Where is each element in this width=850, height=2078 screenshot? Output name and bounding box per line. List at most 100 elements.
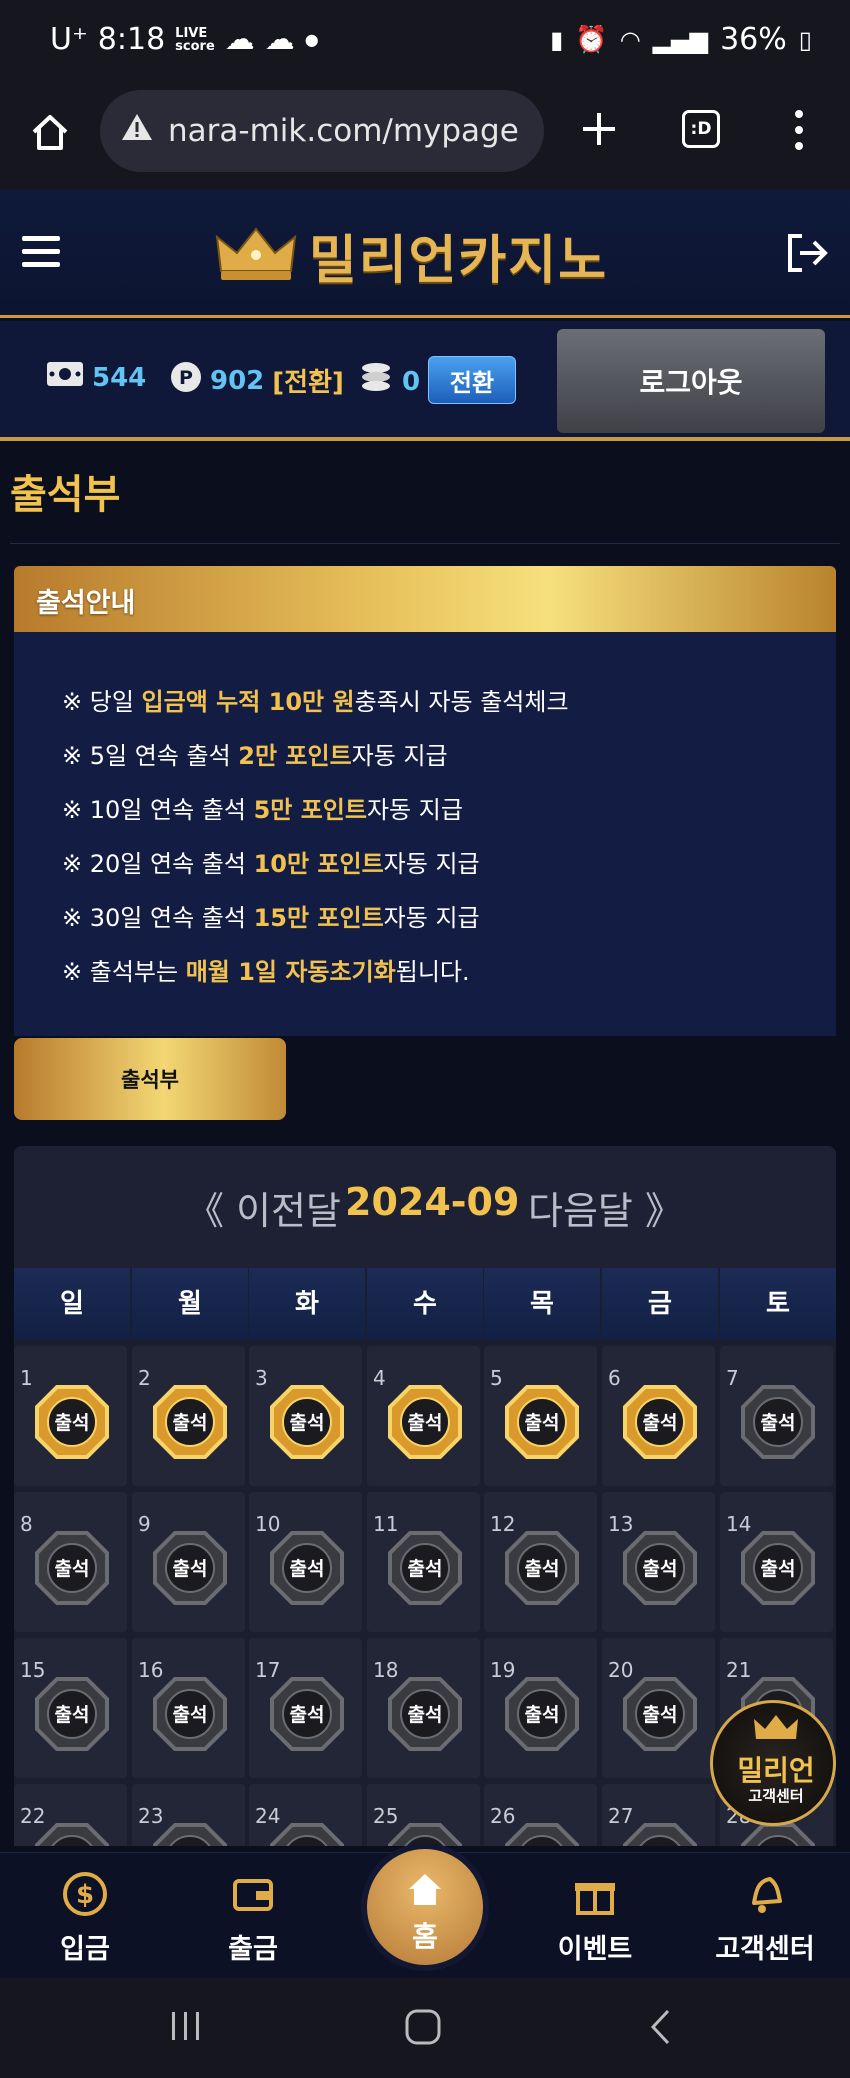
crown-icon: [215, 225, 297, 287]
svg-text:출석: 출석: [408, 1704, 443, 1726]
attended-badge-icon: 출석: [504, 1384, 580, 1460]
nav-support[interactable]: 고객센터: [700, 1871, 830, 1966]
more-menu-icon[interactable]: [792, 108, 806, 152]
svg-text:출석: 출석: [290, 1412, 325, 1434]
coin-balance: 0: [358, 361, 420, 402]
not-attended-badge-icon: 출석: [34, 1822, 110, 1846]
calendar-day-cell: 10 출석: [249, 1492, 362, 1632]
calendar-day-cell: 4 출석: [367, 1346, 480, 1486]
not-attended-badge-icon: 출석: [504, 1822, 580, 1846]
calendar-day-cell: 15 출석: [14, 1638, 127, 1778]
svg-text:출석: 출석: [408, 1412, 443, 1434]
weekday-header: 일: [14, 1268, 130, 1340]
gift-icon: [575, 1883, 615, 1915]
calendar-day-cell: 20 출석: [602, 1638, 715, 1778]
live-score-icon: LIVE score: [175, 25, 215, 54]
signal-icon: ▂▄▆: [652, 25, 709, 54]
day-number: 7: [726, 1366, 739, 1390]
battery-icon: ▯: [798, 25, 812, 54]
not-attended-badge-icon: 출석: [740, 1530, 816, 1606]
not-attended-badge-icon: 출석: [504, 1676, 580, 1752]
nav-withdraw[interactable]: 출금: [188, 1871, 318, 1966]
prev-month-link[interactable]: 《 이전달: [186, 1180, 341, 1235]
not-attended-badge-icon: 출석: [34, 1676, 110, 1752]
tab-switcher-button[interactable]: :D: [682, 110, 720, 148]
not-attended-badge-icon: 출석: [269, 1822, 345, 1846]
calendar-day-cell: 24출석: [249, 1784, 362, 1846]
current-month: 2024-09: [345, 1180, 520, 1224]
guide-rule: ※ 출석부는 매월 1일 자동초기화됩니다.: [62, 958, 470, 986]
home-icon[interactable]: [28, 110, 72, 154]
calendar-day-cell: 18 출석: [367, 1638, 480, 1778]
nav-home-button[interactable]: 홈: [361, 1843, 489, 1971]
alarm-icon: ⏰: [575, 24, 608, 55]
status-bar: U⁺ 8:18 LIVE score ☁ ☁ ● ▮ ⏰ ◠ ▂▄▆ 36% ▯: [0, 0, 850, 90]
day-number: 9: [138, 1512, 151, 1536]
calendar-day-cell: 17 출석: [249, 1638, 362, 1778]
recent-apps-icon[interactable]: [168, 2008, 204, 2048]
site-logo[interactable]: 밀리언카지노: [215, 218, 608, 293]
battery-saver-icon: ▮: [550, 25, 564, 54]
svg-text:출석: 출석: [173, 1558, 208, 1580]
svg-text:출석: 출석: [761, 1558, 796, 1580]
not-attended-badge-icon: 출석: [504, 1530, 580, 1606]
calendar-day-cell: 12 출석: [484, 1492, 597, 1632]
point-icon: P: [170, 361, 202, 400]
carrier-label: U⁺: [50, 22, 88, 57]
weekday-header: 토: [720, 1268, 836, 1340]
nav-deposit[interactable]: $ 입금: [20, 1871, 150, 1966]
guide-rule: ※ 5일 연속 출석 2만 포인트자동 지급: [62, 742, 448, 770]
tab-switcher-label: :D: [690, 119, 712, 139]
browser-toolbar: nara-mik.com/mypage :D: [0, 90, 850, 190]
new-tab-icon[interactable]: [578, 108, 620, 150]
svg-text:출석: 출석: [173, 1412, 208, 1434]
convert-button[interactable]: 전환: [428, 356, 516, 404]
back-icon[interactable]: [648, 2008, 672, 2050]
divider: [10, 543, 840, 544]
svg-text:출석: 출석: [525, 1558, 560, 1580]
address-bar[interactable]: nara-mik.com/mypage: [100, 90, 544, 172]
money-value: 544: [92, 362, 147, 393]
cash-icon: [46, 361, 84, 394]
weekday-header: 수: [367, 1268, 483, 1340]
system-navigation-bar: [0, 1978, 850, 2078]
calendar-day-cell: 23출석: [132, 1784, 245, 1846]
calendar-day-cell: 5 출석: [484, 1346, 597, 1486]
home-nav-icon[interactable]: [404, 2008, 442, 2050]
guide-rule: ※ 당일 입금액 누적 10만 원충족시 자동 출석체크: [62, 688, 569, 716]
money-balance: 544: [46, 361, 146, 394]
crown-icon: [753, 1713, 799, 1749]
attendance-tab-button[interactable]: 출석부: [14, 1038, 286, 1120]
attended-badge-icon: 출석: [34, 1384, 110, 1460]
coins-icon: [358, 361, 394, 402]
point-balance: P 902 [전환]: [170, 361, 344, 400]
hamburger-menu-icon[interactable]: [22, 236, 60, 268]
calendar-day-cell: 9 출석: [132, 1492, 245, 1632]
svg-text:출석: 출석: [55, 1412, 90, 1434]
guide-panel: ※ 당일 입금액 누적 10만 원충족시 자동 출석체크 ※ 5일 연속 출석 …: [14, 632, 836, 1036]
balance-bar: 544 P 902 [전환] 0 전환 로그아웃: [0, 321, 850, 441]
nav-event[interactable]: 이벤트: [530, 1871, 660, 1966]
point-convert-link[interactable]: [전환]: [272, 362, 344, 399]
not-attended-badge-icon: 출석: [269, 1530, 345, 1606]
calendar-day-cell: 25출석: [367, 1784, 480, 1846]
calendar-day-cell: 27출석: [602, 1784, 715, 1846]
day-number: 3: [255, 1366, 268, 1390]
page-title: 출석부: [10, 472, 121, 518]
not-attended-badge-icon: 출석: [269, 1676, 345, 1752]
logout-button[interactable]: 로그아웃: [557, 329, 825, 433]
not-attended-badge-icon: 출석: [152, 1822, 228, 1846]
day-number: 8: [20, 1512, 33, 1536]
not-attended-badge-icon: 출석: [740, 1384, 816, 1460]
logout-icon[interactable]: [784, 232, 830, 274]
svg-text:출석: 출석: [290, 1558, 325, 1580]
coin-value: 0: [402, 366, 421, 397]
next-month-link[interactable]: 다음달 》: [528, 1180, 683, 1235]
guide-rule: ※ 30일 연속 출석 15만 포인트자동 지급: [62, 904, 480, 932]
not-attended-badge-icon: 출석: [152, 1530, 228, 1606]
point-value: 902: [210, 365, 265, 396]
nav-deposit-label: 입금: [60, 1934, 110, 1965]
attended-badge-icon: 출석: [387, 1384, 463, 1460]
customer-center-float-button[interactable]: 밀리언 고객센터: [710, 1700, 836, 1826]
svg-text:출석: 출석: [525, 1412, 560, 1434]
